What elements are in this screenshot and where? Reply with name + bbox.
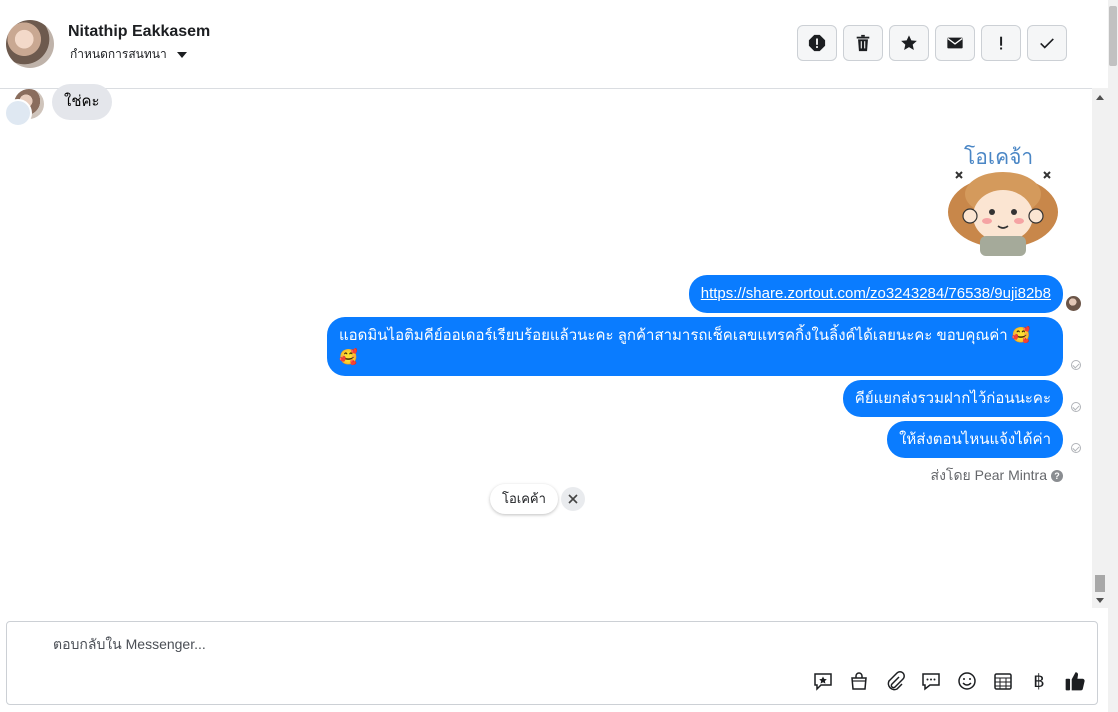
message-templates-button[interactable] — [919, 669, 943, 693]
shop-button[interactable] — [847, 669, 871, 693]
mark-unread-button[interactable] — [935, 25, 975, 61]
spam-icon — [808, 34, 826, 52]
outgoing-message-text: แอดมินไอติมคีย์ออเดอร์เรียบร้อยแล้วนะคะ … — [339, 327, 1031, 344]
outgoing-message: ให้ส่งตอนไหนแจ้งได้ค่า — [887, 421, 1063, 458]
like-button[interactable] — [1063, 669, 1087, 693]
sender-avatar — [4, 89, 44, 127]
outgoing-message-emoji: 🥰 — [339, 349, 358, 366]
composer-toolbar: ฿ — [811, 669, 1087, 693]
calendar-icon — [994, 673, 1012, 690]
chat-bubble-icon — [922, 673, 940, 691]
outgoing-message-text: คีย์แยกส่งรวมฝากไว้ก่อนนะคะ — [854, 390, 1051, 407]
sent-by-label: ส่งโดย Pear Mintra ? — [931, 465, 1063, 487]
seen-avatar — [1066, 296, 1081, 311]
conversation-settings-dropdown[interactable]: กำหนดการสนทนา — [70, 45, 187, 64]
delivered-check-icon — [1071, 443, 1081, 453]
exclamation-icon — [1000, 36, 1003, 50]
delivered-check-icon — [1071, 402, 1081, 412]
reply-input[interactable] — [53, 636, 753, 652]
reply-composer: ฿ — [6, 621, 1098, 705]
delivered-check-icon — [1071, 360, 1081, 370]
scroll-thumb[interactable] — [1095, 575, 1105, 592]
delete-button[interactable] — [843, 25, 883, 61]
outgoing-link-message: https://share.zortout.com/zo3243284/7653… — [688, 275, 1063, 313]
mark-spam-button[interactable] — [797, 25, 837, 61]
paperclip-icon — [887, 671, 905, 691]
scroll-up-arrow-icon[interactable] — [1096, 95, 1104, 100]
payment-button[interactable]: ฿ — [1027, 669, 1051, 693]
message-list-scrollbar[interactable] — [1092, 88, 1108, 608]
trash-icon — [856, 34, 870, 52]
baht-icon: ฿ — [1033, 670, 1045, 691]
outgoing-message: แอดมินไอติมคีย์ออเดอร์เรียบร้อยแล้วนะคะ … — [327, 317, 1063, 376]
envelope-icon — [947, 37, 963, 49]
emoji-button[interactable] — [955, 669, 979, 693]
saved-replies-button[interactable] — [811, 669, 835, 693]
check-icon — [1040, 38, 1054, 49]
outgoing-message: คีย์แยกส่งรวมฝากไว้ก่อนนะคะ — [842, 380, 1063, 417]
mark-done-button[interactable] — [1027, 25, 1067, 61]
conversation-toolbar — [797, 25, 1067, 61]
sent-by-text: ส่งโดย Pear Mintra — [930, 467, 1047, 483]
tracking-link[interactable]: https://share.zortout.com/zo3243284/7653… — [701, 285, 1051, 302]
sticker-text: โอเคจ้า — [964, 145, 1033, 169]
thumbs-up-icon — [1065, 672, 1085, 691]
contact-name[interactable]: Nitathip Eakkasem — [68, 23, 210, 41]
conversation-settings-label: กำหนดการสนทนา — [70, 47, 167, 61]
saved-reply-icon — [814, 673, 832, 691]
star-icon — [901, 35, 917, 51]
page-scroll-thumb[interactable] — [1109, 6, 1117, 66]
attach-button[interactable] — [883, 669, 907, 693]
help-icon[interactable]: ? — [1051, 470, 1063, 482]
appointment-button[interactable] — [991, 669, 1015, 693]
contact-avatar[interactable] — [6, 20, 54, 68]
conversation-header: Nitathip Eakkasem กำหนดการสนทนา — [0, 0, 1092, 89]
page-scrollbar[interactable] — [1108, 0, 1118, 712]
scroll-down-arrow-icon[interactable] — [1096, 598, 1104, 603]
shopping-bag-icon — [851, 672, 867, 690]
incoming-message: ใช่คะ — [52, 84, 112, 120]
star-button[interactable] — [889, 25, 929, 61]
mark-important-button[interactable] — [981, 25, 1021, 61]
dismiss-suggestion-button[interactable] — [561, 487, 585, 511]
outgoing-message-text: ให้ส่งตอนไหนแจ้งได้ค่า — [899, 431, 1051, 448]
page-avatar-photo — [4, 99, 32, 127]
quick-reply-suggestion[interactable]: โอเคค้า — [490, 484, 558, 514]
close-icon — [568, 494, 578, 504]
caret-down-icon — [176, 51, 187, 58]
emoji-icon — [958, 672, 976, 690]
sticker-image: โอเคจ้า — [948, 145, 1058, 256]
